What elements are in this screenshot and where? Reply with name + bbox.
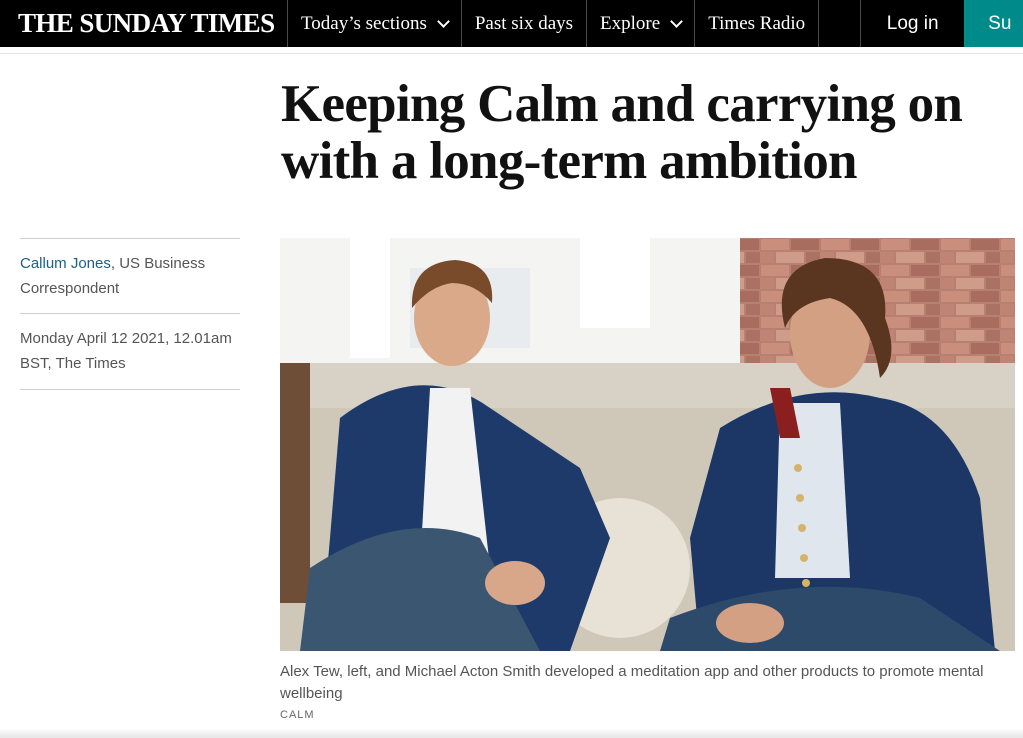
nav-todays-sections[interactable]: Today’s sections xyxy=(288,0,462,47)
nav-times-radio[interactable]: Times Radio xyxy=(695,0,820,47)
nav-explore[interactable]: Explore xyxy=(587,0,696,47)
article-hero-image xyxy=(280,238,1015,651)
photo-illustration xyxy=(280,238,1015,651)
nav-explore-label: Explore xyxy=(600,12,661,34)
top-nav: THE SUNDAY TIMES Today’s sections Past s… xyxy=(0,0,1023,47)
site-logo[interactable]: THE SUNDAY TIMES xyxy=(0,0,288,47)
login-button[interactable]: Log in xyxy=(861,0,964,47)
image-caption: Alex Tew, left, and Michael Acton Smith … xyxy=(280,663,984,702)
nav-past-six-days-label: Past six days xyxy=(474,12,574,34)
chevron-down-icon xyxy=(670,14,684,28)
sidebar-divider xyxy=(20,389,240,390)
article-dateline: Monday April 12 2021, 12.01am BST, The T… xyxy=(20,330,232,372)
nav-times-radio-label: Times Radio xyxy=(708,12,806,34)
nav-divider xyxy=(819,0,862,47)
nav-todays-sections-label: Today’s sections xyxy=(301,12,427,34)
subscribe-button[interactable]: Su xyxy=(964,0,1023,47)
article-headline: Keeping Calm and carrying on with a long… xyxy=(281,75,963,190)
sidebar-divider xyxy=(20,238,240,239)
chevron-down-icon xyxy=(436,14,450,28)
sidebar-divider xyxy=(20,313,240,314)
bottom-fade xyxy=(0,728,1023,738)
byline: Callum Jones, US Business Correspondent xyxy=(20,252,240,301)
image-credit: CALM xyxy=(280,709,315,721)
nav-divider-line xyxy=(0,53,1023,54)
nav-past-six-days[interactable]: Past six days xyxy=(462,0,588,47)
author-link[interactable]: Callum Jones xyxy=(20,255,111,272)
